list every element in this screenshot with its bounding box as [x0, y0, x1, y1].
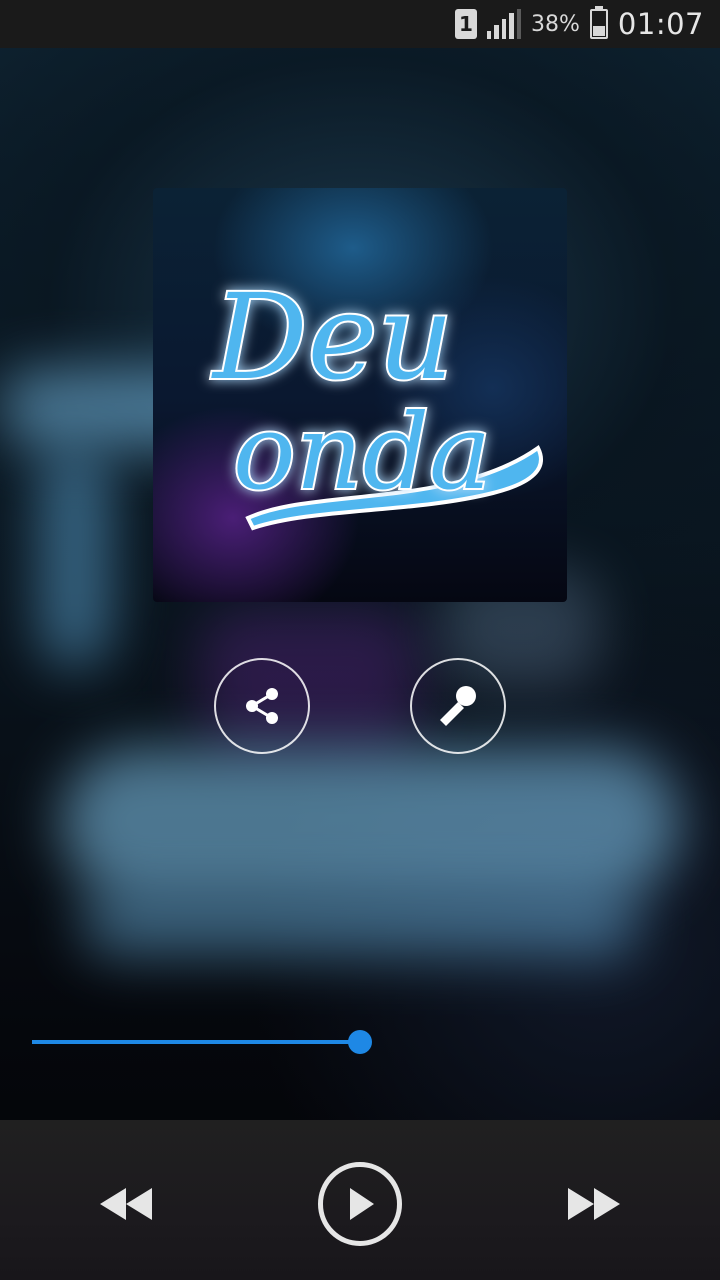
seek-bar[interactable] — [32, 1026, 688, 1058]
lyrics-button[interactable] — [410, 658, 506, 754]
microphone-icon — [440, 686, 476, 726]
share-icon — [246, 688, 278, 724]
status-bar: 1 38% 01:07 — [0, 0, 720, 48]
play-button[interactable] — [318, 1162, 402, 1246]
seek-progress — [32, 1040, 360, 1044]
album-logo: Deu onda — [209, 266, 543, 531]
logo-word-1: Deu — [211, 268, 453, 406]
logo-word-2: onda — [233, 391, 491, 513]
play-icon — [350, 1188, 374, 1220]
rewind-icon — [100, 1188, 152, 1220]
sim-card-icon: 1 — [455, 9, 478, 39]
share-button[interactable] — [214, 658, 310, 754]
rewind-button[interactable] — [90, 1176, 162, 1232]
battery-percentage: 38% — [531, 11, 580, 37]
clock: 01:07 — [617, 7, 704, 41]
album-art: Deu onda — [153, 188, 567, 602]
playback-controls — [0, 1120, 720, 1280]
fast-forward-icon — [568, 1188, 620, 1220]
battery-charging-icon — [589, 6, 608, 39]
signal-strength-icon — [487, 9, 522, 39]
seek-thumb[interactable] — [348, 1030, 372, 1054]
fast-forward-button[interactable] — [558, 1176, 630, 1232]
